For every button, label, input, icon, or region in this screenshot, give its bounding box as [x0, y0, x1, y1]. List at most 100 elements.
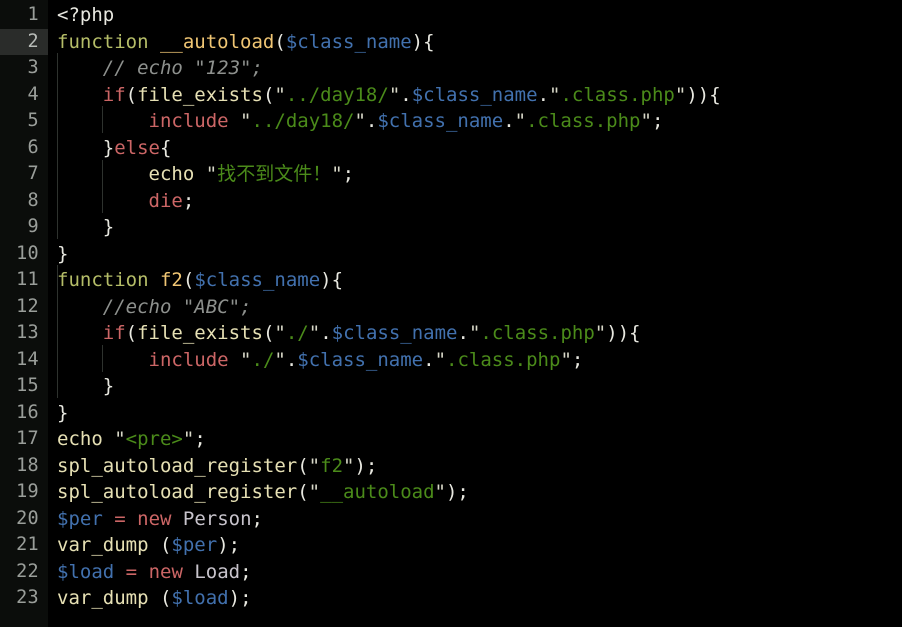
code-line[interactable]: }: [57, 241, 902, 268]
line-number[interactable]: 20: [0, 506, 48, 533]
code-line[interactable]: var_dump ($per);: [57, 532, 902, 559]
code-editor[interactable]: 1 2 3 4 5 6 7 8 9 10 11 12 13 14 15 16 17 18 19 20 21 22 23 <?…: [0, 0, 902, 627]
line-number[interactable]: 11: [0, 267, 48, 294]
code-line[interactable]: spl_autoload_register("__autoload");: [57, 479, 902, 506]
code-line[interactable]: <?php: [57, 2, 902, 29]
code-token: ": [308, 481, 321, 503]
code-line[interactable]: if(file_exists("./".$class_name.".class.…: [57, 320, 902, 347]
code-line[interactable]: spl_autoload_register("f2");: [57, 453, 902, 480]
code-token: echo: [57, 428, 103, 450]
code-token: ": [343, 454, 355, 477]
line-number[interactable]: 5: [0, 108, 48, 135]
code-token: ": [240, 348, 252, 371]
code-token: .: [320, 322, 332, 344]
line-number[interactable]: 17: [0, 426, 48, 453]
code-token: new: [148, 560, 183, 583]
code-token: die: [148, 189, 183, 212]
line-number[interactable]: 6: [0, 135, 48, 162]
code-token: ": [468, 322, 481, 344]
line-number[interactable]: 23: [0, 585, 48, 612]
line-number[interactable]: 4: [0, 82, 48, 109]
code-line[interactable]: include "./".$class_name.".class.php";: [57, 347, 902, 374]
line-number[interactable]: 8: [0, 188, 48, 215]
code-token: f2: [159, 269, 183, 291]
code-token: ": [594, 322, 607, 344]
code-token: {: [629, 322, 641, 344]
code-token: ": [274, 348, 286, 371]
code-token: )): [606, 322, 630, 344]
code-token: ": [308, 322, 321, 344]
code-token: }: [102, 136, 115, 159]
code-line[interactable]: }else{: [57, 135, 902, 162]
code-token: ": [388, 83, 401, 106]
code-token: __autoload: [320, 481, 435, 503]
code-line[interactable]: echo "<pre>";: [57, 426, 902, 453]
line-number[interactable]: 10: [0, 241, 48, 268]
code-line[interactable]: }: [57, 214, 902, 241]
code-token: (: [159, 587, 172, 609]
code-line[interactable]: die;: [57, 188, 902, 215]
code-token: ): [411, 30, 424, 53]
code-content-area[interactable]: <?php function __autoload($class_name){ /…: [48, 0, 902, 627]
code-line[interactable]: function __autoload($class_name){: [57, 29, 902, 56]
code-line[interactable]: }: [57, 373, 902, 400]
line-number[interactable]: 2: [0, 28, 48, 55]
code-line[interactable]: $per = new Person;: [57, 506, 902, 533]
code-line[interactable]: }: [57, 400, 902, 427]
code-line[interactable]: echo "找不到文件！";: [57, 161, 902, 188]
code-line[interactable]: $load = new Load;: [57, 559, 902, 586]
line-number[interactable]: 3: [0, 55, 48, 82]
line-number[interactable]: 1: [0, 2, 48, 29]
code-line[interactable]: include "../day18/".$class_name.".class.…: [57, 108, 902, 135]
code-token: ): [217, 534, 229, 556]
code-token: (: [297, 481, 309, 503]
code-token: __autoload: [159, 30, 275, 53]
code-token: .: [457, 322, 469, 344]
line-number[interactable]: 19: [0, 479, 48, 506]
line-number[interactable]: 18: [0, 453, 48, 480]
code-token: ": [640, 110, 652, 132]
line-number[interactable]: 22: [0, 559, 48, 586]
code-token: .: [400, 83, 412, 106]
code-token: ;: [194, 428, 206, 450]
code-token: .class.php: [446, 348, 561, 371]
line-number[interactable]: 13: [0, 320, 48, 347]
line-number[interactable]: 21: [0, 532, 48, 559]
code-line[interactable]: //echo "ABC";: [57, 294, 902, 321]
code-line[interactable]: function f2($class_name){: [57, 267, 902, 294]
code-token: $per: [57, 507, 103, 530]
code-token: spl_autoload_register: [57, 454, 298, 477]
code-token: ": [274, 83, 286, 106]
line-number[interactable]: 15: [0, 373, 48, 400]
code-token: var_dump: [57, 587, 149, 609]
code-token: ": [331, 163, 343, 185]
code-token: include: [148, 348, 229, 371]
line-number[interactable]: 16: [0, 400, 48, 427]
code-line[interactable]: // echo "123";: [57, 55, 902, 82]
code-token: }: [102, 216, 115, 238]
code-token: ): [320, 269, 332, 291]
code-line[interactable]: var_dump ($load);: [57, 585, 902, 612]
code-token: $class_name: [411, 83, 538, 106]
line-number-gutter: 1 2 3 4 5 6 7 8 9 10 11 12 13 14 15 16 17 18 19 20 21 22 23: [0, 0, 48, 627]
line-number[interactable]: 14: [0, 347, 48, 374]
line-number[interactable]: 7: [0, 161, 48, 188]
line-number[interactable]: 12: [0, 294, 48, 321]
code-line[interactable]: if(file_exists("../day18/".$class_name."…: [57, 82, 902, 109]
code-token: $class_name: [331, 322, 458, 344]
line-number[interactable]: 9: [0, 214, 48, 241]
